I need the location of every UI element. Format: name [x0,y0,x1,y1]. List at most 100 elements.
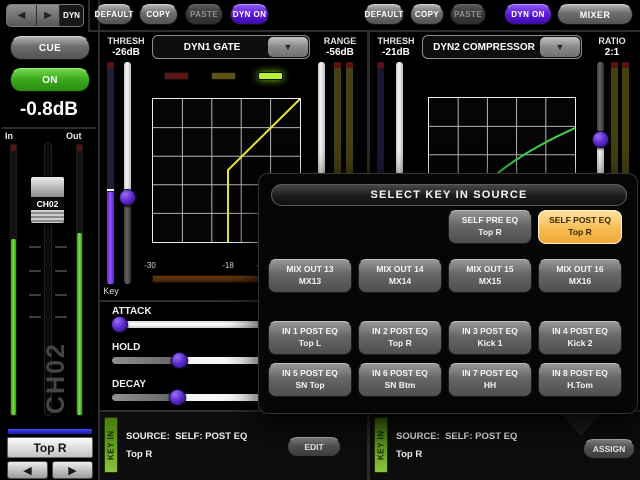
channel-name-button[interactable]: Top R [7,437,93,458]
keyin-source-mix-out-16[interactable]: MIX OUT 16 MX16 [538,259,622,293]
fader-cap[interactable]: CH02 [30,176,65,224]
channel-next-button[interactable]: ▶ [52,461,93,479]
dyn1-thresh-slider-knob[interactable] [119,189,136,206]
dyn2-paste-button[interactable]: PASTE [450,4,486,25]
keyin-source-in-7-post-eq[interactable]: IN 7 POST EQ HH [448,363,532,397]
dyn2-gr-clip-led [611,62,618,68]
dyn2-ratio-slider-track-upper[interactable] [597,62,604,132]
dyn2-ratio-slider-knob[interactable] [592,131,609,148]
dyn1-keyin-source: SOURCE: SELF: POST EQ [126,431,248,442]
source-button-label: MIX OUT 13 [286,264,334,275]
fader-cap-top [31,177,64,197]
fader-tick [29,246,41,248]
out-clip-led [77,145,82,151]
dyn1-thresh-slider-track-lower[interactable] [124,196,131,284]
dyn1-gr-clip-led [334,62,341,68]
source-button-sublabel: Kick 1 [477,338,503,348]
keyin-source-in-4-post-eq[interactable]: IN 4 POST EQ Kick 2 [538,321,622,355]
out-meter-fill [77,233,82,415]
gate-open-led [258,72,283,80]
source-button-sublabel: Top R [478,227,502,237]
nav-toolbar-divider [88,0,90,30]
source-button-sublabel: Top R [388,338,412,348]
dyn1-copy-button[interactable]: COPY [139,4,178,25]
dyn1-processor-select[interactable]: DYN1 GATE ▼ [152,35,310,59]
in-meter-label: In [5,131,13,141]
dyn2-copy-button[interactable]: COPY [410,4,444,25]
dyn2-thresh-label: THRESH [377,36,415,46]
dyn2-keyin-channel: Top R [396,449,423,460]
mixer-button[interactable]: MIXER [557,4,633,25]
dyn2-keyin-source: SOURCE: SELF: POST EQ [396,431,518,442]
keyin-source-in-1-post-eq[interactable]: IN 1 POST EQ Top L [268,321,352,355]
dyn1-key-clip-led [107,62,114,68]
decay-slider-knob[interactable] [169,389,186,406]
keyin-source-in-5-post-eq[interactable]: IN 5 POST EQ SN Top [268,363,352,397]
source-button-sublabel: Kick 2 [567,338,593,348]
dyn1-keyin-bar: KEY IN SOURCE: SELF: POST EQ Top R EDIT [100,412,367,480]
next-icon: ▶ [68,464,77,477]
keyin-source-in-3-post-eq[interactable]: IN 3 POST EQ Kick 1 [448,321,532,355]
keyin-source-mix-out-15[interactable]: MIX OUT 15 MX15 [448,259,532,293]
keyin-edit-button[interactable]: EDIT [287,437,341,457]
popup-title: SELECT KEY IN SOURCE [271,184,627,206]
on-button[interactable]: ON [10,68,90,92]
source-button-label: IN 2 POST EQ [372,326,428,337]
tab-dyn[interactable]: DYN [60,5,83,26]
hold-label: HOLD [112,342,141,353]
toolbar-divider [88,30,640,32]
source-button-label: IN 5 POST EQ [282,368,338,379]
dyn1-key-meter-fill [107,192,114,284]
source-button-label: MIX OUT 16 [556,264,604,275]
source-button-sublabel: HH [483,380,497,390]
dyn2-default-button[interactable]: DEFAULT [364,4,404,25]
keyin-assign-button[interactable]: ASSIGN [583,439,635,459]
next-channel-button[interactable]: ▶ [37,5,60,26]
source-button-sublabel: MX14 [388,276,412,286]
keyin-source-in-8-post-eq[interactable]: IN 8 POST EQ H.Tom [538,363,622,397]
cue-button[interactable]: CUE [10,36,90,60]
source-button-label: IN 6 POST EQ [372,368,428,379]
keyin-source-in-6-post-eq[interactable]: IN 6 POST EQ SN Btm [358,363,442,397]
in-level-meter [10,144,17,416]
dyn1-paste-button[interactable]: PASTE [185,4,223,25]
dyn1-keyin-tab: KEY IN [104,417,118,473]
keyin-source-self-pre-eq[interactable]: SELF PRE EQ Top R [448,210,532,244]
dyn1-keyin-channel: Top R [126,449,153,460]
channel-strip: ◀ ▶ DYN CUE ON -0.8dB In Out CH02 CH02 T… [0,0,98,480]
dyn1-thresh-slider-track-upper[interactable] [124,62,131,198]
source-button-label: IN 1 POST EQ [282,326,338,337]
attack-slider-knob[interactable] [111,316,128,333]
keyin-source-self-post-eq[interactable]: SELF POST EQ Top R [538,210,622,244]
channel-prev-button[interactable]: ◀ [7,461,48,479]
dyn2-gr-clip-led [622,62,629,68]
dyn2-key-clip-led [377,62,384,68]
key-in-source-popup: SELECT KEY IN SOURCE SELF PRE EQ Top R S… [258,173,638,414]
source-button-sublabel: SN Btm [384,380,416,390]
dyn1-default-button[interactable]: DEFAULT [94,4,133,25]
keyin-source-in-2-post-eq[interactable]: IN 2 POST EQ Top R [358,321,442,355]
next-icon: ▶ [44,10,52,21]
prev-channel-button[interactable]: ◀ [7,5,37,26]
dyn1-gr-clip-led [346,62,353,68]
fader-tick [29,294,41,296]
dyn1-key-threshold-marker [107,189,114,191]
fader-tick [29,316,41,318]
fader-cap-grip [31,210,64,223]
dyn1-on-button[interactable]: DYN ON [230,4,269,25]
chevron-down-icon[interactable]: ▼ [540,37,580,57]
keyin-source-mix-out-13[interactable]: MIX OUT 13 MX13 [268,259,352,293]
prev-icon: ◀ [17,10,26,21]
scale-tick: -18 [222,261,234,270]
out-meter-label: Out [66,131,82,141]
dyn2-keyin-tab: KEY IN [374,417,388,473]
hold-slider-knob[interactable] [171,352,188,369]
source-button-sublabel: MX15 [478,276,502,286]
dynamics-screen: ◀ ▶ DYN CUE ON -0.8dB In Out CH02 CH02 T… [0,0,640,480]
keyin-source-mix-out-14[interactable]: MIX OUT 14 MX14 [358,259,442,293]
source-button-label: IN 4 POST EQ [552,326,608,337]
chevron-down-icon[interactable]: ▼ [268,37,308,57]
dyn2-on-button[interactable]: DYN ON [504,4,552,25]
dyn2-processor-select[interactable]: DYN2 COMPRESSOR ▼ [422,35,582,59]
dyn1-thresh-label: THRESH [107,36,145,46]
